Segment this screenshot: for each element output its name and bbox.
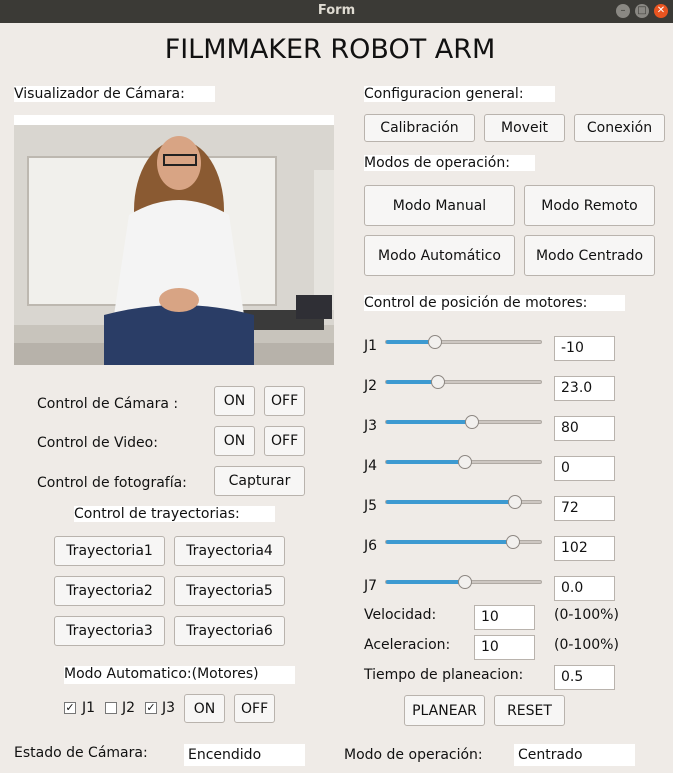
trajectory-6-button[interactable]: Trayectoria6 bbox=[174, 616, 285, 646]
window-title: Form bbox=[317, 3, 356, 18]
trajectory-5-button[interactable]: Trayectoria5 bbox=[174, 576, 285, 606]
joint-label-j3: J3 bbox=[364, 418, 378, 434]
capture-button[interactable]: Capturar bbox=[214, 466, 305, 496]
maximize-icon[interactable]: □ bbox=[635, 4, 649, 18]
velocity-input[interactable]: 10 bbox=[474, 605, 535, 630]
camera-viewer-label: Visualizador de Cámara: bbox=[14, 86, 215, 102]
joint-slider-j7[interactable] bbox=[385, 575, 542, 589]
plan-button[interactable]: PLANEAR bbox=[404, 695, 485, 726]
velocity-range: (0-100%) bbox=[554, 607, 619, 623]
joint-value-j7[interactable]: 0.0 bbox=[554, 576, 615, 601]
video-off-button[interactable]: OFF bbox=[264, 426, 305, 456]
joint-label-j1: J1 bbox=[364, 338, 378, 354]
general-config-label: Configuracion general: bbox=[364, 86, 555, 102]
joint-slider-j3[interactable] bbox=[385, 415, 542, 429]
camera-view bbox=[14, 115, 334, 365]
video-on-button[interactable]: ON bbox=[214, 426, 255, 456]
joint-slider-j5[interactable] bbox=[385, 495, 542, 509]
manual-mode-button[interactable]: Modo Manual bbox=[364, 185, 515, 226]
slider-fill bbox=[386, 500, 515, 504]
j3-checkbox[interactable]: ✓ bbox=[145, 702, 157, 714]
trajectory-3-button[interactable]: Trayectoria3 bbox=[54, 616, 165, 646]
camera-off-button[interactable]: OFF bbox=[264, 386, 305, 416]
reset-button[interactable]: RESET bbox=[494, 695, 565, 726]
slider-fill bbox=[386, 580, 465, 584]
slider-handle[interactable] bbox=[428, 335, 442, 349]
camera-status-field: Encendido bbox=[184, 744, 305, 766]
centered-mode-button[interactable]: Modo Centrado bbox=[524, 235, 655, 276]
j1-checkbox[interactable]: ✓ bbox=[64, 702, 76, 714]
joint-label-j5: J5 bbox=[364, 498, 378, 514]
planning-time-input[interactable]: 0.5 bbox=[554, 665, 615, 690]
camera-image bbox=[14, 115, 334, 365]
auto-off-button[interactable]: OFF bbox=[234, 694, 275, 723]
joint-value-j2[interactable]: 23.0 bbox=[554, 376, 615, 401]
trajectory-2-button[interactable]: Trayectoria2 bbox=[54, 576, 165, 606]
slider-handle[interactable] bbox=[458, 455, 472, 469]
mode-status-field: Centrado bbox=[514, 744, 635, 766]
j3-check-label: J3 bbox=[162, 700, 176, 716]
slider-handle[interactable] bbox=[431, 375, 445, 389]
acceleration-input[interactable]: 10 bbox=[474, 635, 535, 660]
camera-status-label: Estado de Cámara: bbox=[14, 745, 148, 761]
auto-on-button[interactable]: ON bbox=[184, 694, 225, 723]
trajectory-4-button[interactable]: Trayectoria4 bbox=[174, 536, 285, 566]
joint-slider-j2[interactable] bbox=[385, 375, 542, 389]
slider-fill bbox=[386, 420, 472, 424]
window-titlebar: Form – □ ✕ bbox=[0, 0, 673, 23]
planning-time-label: Tiempo de planeacion: bbox=[364, 667, 524, 683]
joint-slider-j1[interactable] bbox=[385, 335, 542, 349]
trajectory-1-button[interactable]: Trayectoria1 bbox=[54, 536, 165, 566]
joint-label-j7: J7 bbox=[364, 578, 378, 594]
acceleration-label: Aceleracion: bbox=[364, 637, 451, 653]
mode-status-label: Modo de operación: bbox=[344, 747, 483, 763]
joint-value-j1[interactable]: -10 bbox=[554, 336, 615, 361]
joint-slider-j4[interactable] bbox=[385, 455, 542, 469]
slider-handle[interactable] bbox=[465, 415, 479, 429]
joint-label-j2: J2 bbox=[364, 378, 378, 394]
acceleration-range: (0-100%) bbox=[554, 637, 619, 653]
photo-control-label: Control de fotografía: bbox=[37, 475, 187, 491]
slider-handle[interactable] bbox=[458, 575, 472, 589]
connection-button[interactable]: Conexión bbox=[574, 114, 665, 142]
camera-on-button[interactable]: ON bbox=[214, 386, 255, 416]
j1-check-label: J1 bbox=[82, 700, 96, 716]
joint-label-j4: J4 bbox=[364, 458, 378, 474]
operation-modes-label: Modos de operación: bbox=[364, 155, 535, 171]
joint-value-j3[interactable]: 80 bbox=[554, 416, 615, 441]
moveit-button[interactable]: Moveit bbox=[484, 114, 565, 142]
j2-checkbox[interactable] bbox=[105, 702, 117, 714]
joint-value-j4[interactable]: 0 bbox=[554, 456, 615, 481]
trajectory-control-label: Control de trayectorias: bbox=[74, 506, 275, 522]
camera-control-label: Control de Cámara : bbox=[37, 396, 179, 412]
remote-mode-button[interactable]: Modo Remoto bbox=[524, 185, 655, 226]
app-title: FILMMAKER ROBOT ARM bbox=[164, 34, 496, 65]
slider-fill bbox=[386, 460, 465, 464]
joint-value-j6[interactable]: 102 bbox=[554, 536, 615, 561]
video-control-label: Control de Video: bbox=[37, 435, 158, 451]
calibration-button[interactable]: Calibración bbox=[364, 114, 475, 142]
joint-slider-j6[interactable] bbox=[385, 535, 542, 549]
automatic-mode-button[interactable]: Modo Automático bbox=[364, 235, 515, 276]
close-icon[interactable]: ✕ bbox=[654, 4, 668, 18]
velocity-label: Velocidad: bbox=[364, 607, 437, 623]
j2-check-label: J2 bbox=[122, 700, 136, 716]
slider-handle[interactable] bbox=[508, 495, 522, 509]
auto-mode-label: Modo Automatico:(Motores) bbox=[64, 666, 295, 684]
motor-position-label: Control de posición de motores: bbox=[364, 295, 625, 311]
minimize-icon[interactable]: – bbox=[616, 4, 630, 18]
joint-value-j5[interactable]: 72 bbox=[554, 496, 615, 521]
joint-label-j6: J6 bbox=[364, 538, 378, 554]
slider-handle[interactable] bbox=[506, 535, 520, 549]
slider-fill bbox=[386, 540, 513, 544]
